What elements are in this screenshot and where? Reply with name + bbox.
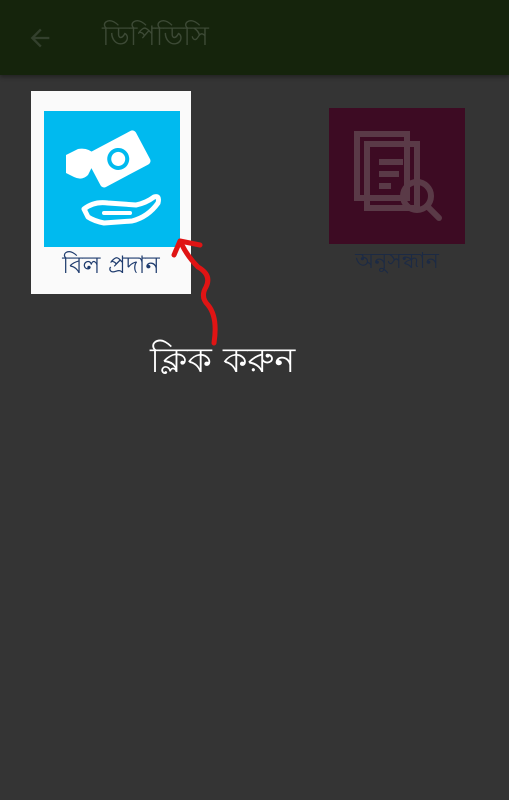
document-search-icon [329,108,465,244]
arrow-back-icon [30,28,50,48]
search-tile[interactable]: অনুসন্ধান [312,91,482,294]
search-label: অনুসন্ধান [355,249,439,274]
app-bar: ডিপিডিসি [0,0,509,75]
annotation-text: ক্লিক করুন [150,341,296,381]
page-title: ডিপিডিসি [102,21,209,52]
back-button[interactable] [22,20,58,56]
